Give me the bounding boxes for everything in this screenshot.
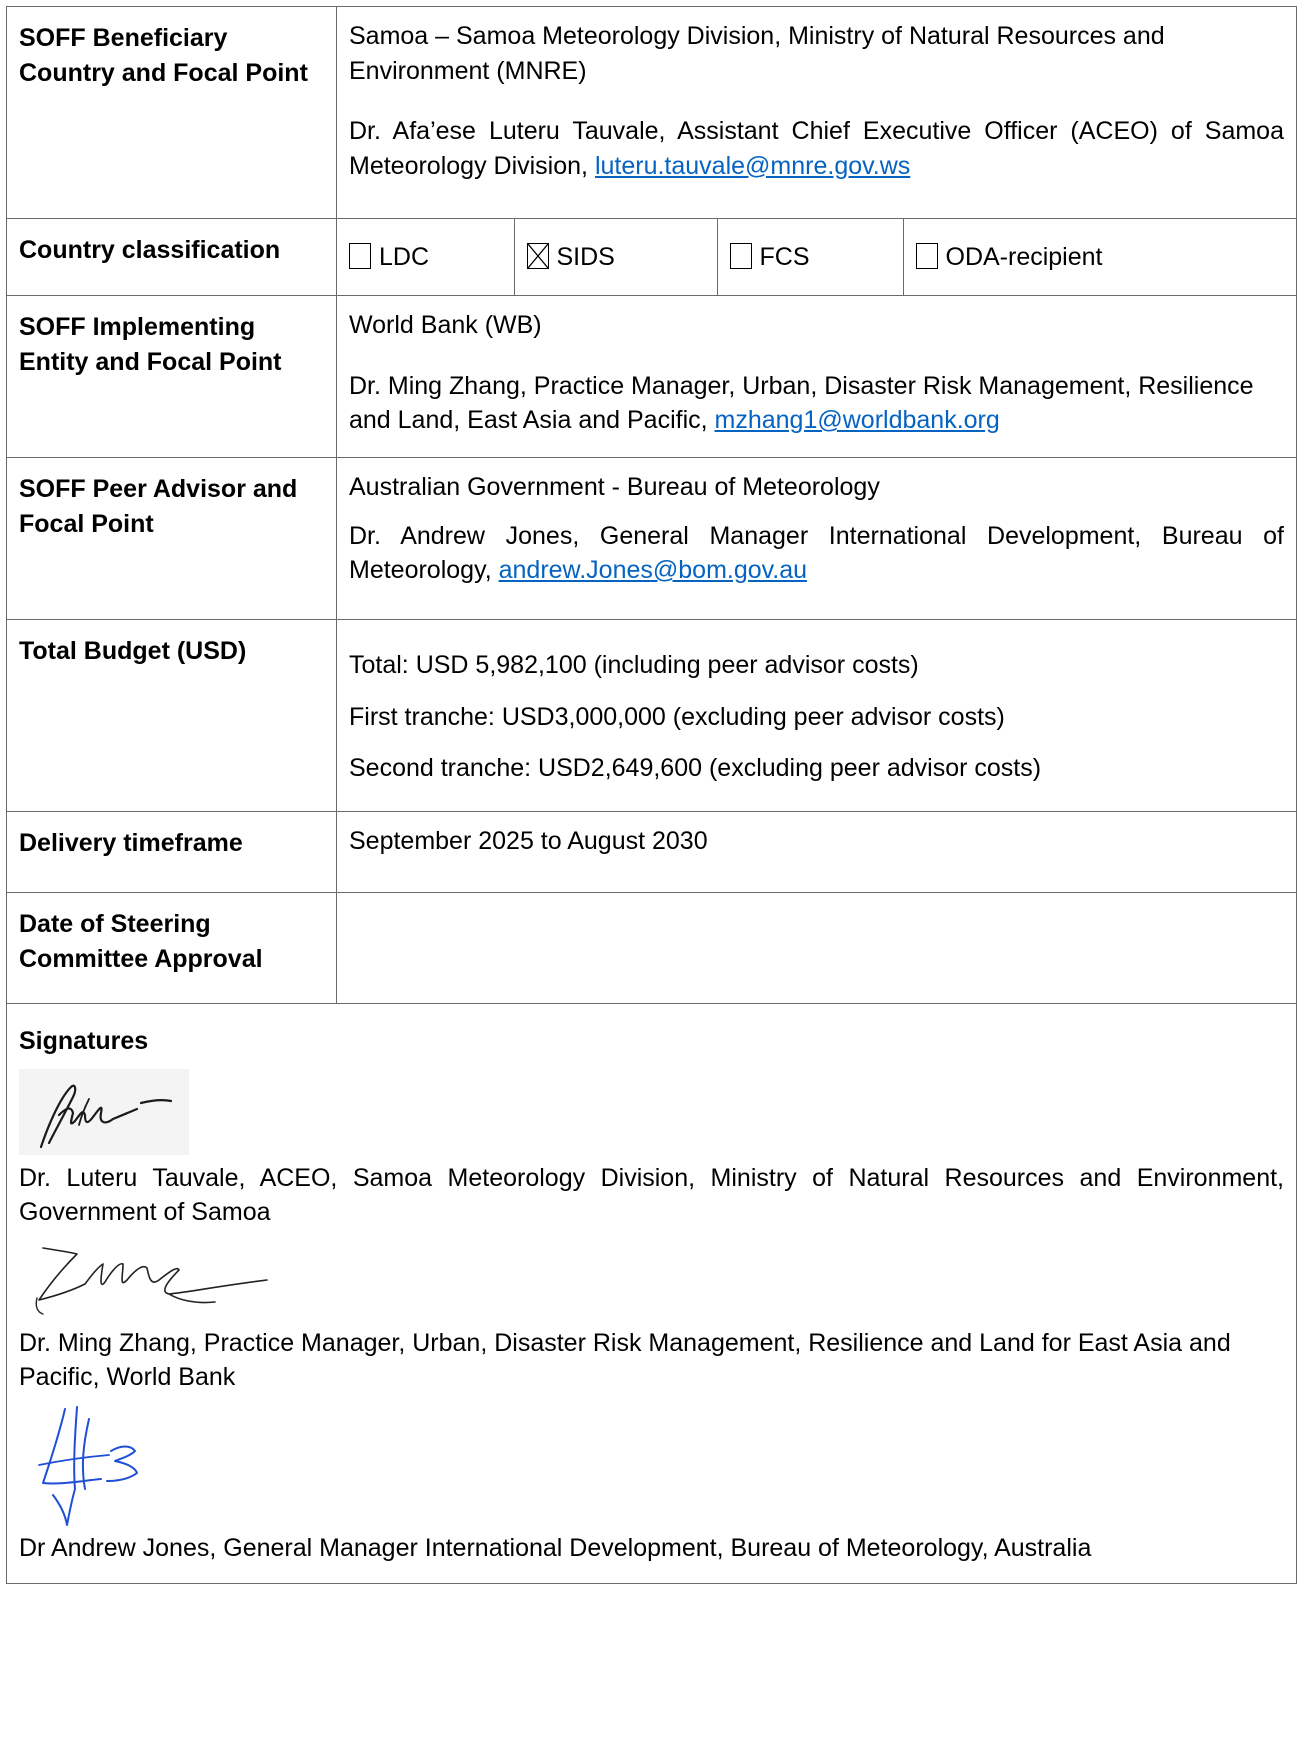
classification-options: LDC SIDS FCS ODA-recipient xyxy=(337,219,1296,295)
budget-second-tranche: Second tranche: USD2,649,600 (excluding … xyxy=(349,754,1042,782)
timeframe-label: Delivery timeframe xyxy=(6,811,337,893)
signatures-cell: Signatures Dr. Luteru Tauvale, ACEO, Sam… xyxy=(6,1003,1297,1584)
row-peer-advisor: SOFF Peer Advisor and Focal Point Austra… xyxy=(6,457,1297,620)
implementing-email-link[interactable]: mzhang1@worldbank.org xyxy=(715,406,1000,434)
row-budget: Total Budget (USD) Total: USD 5,982,100 … xyxy=(6,619,1297,812)
signature-zhang-image xyxy=(19,1240,1284,1320)
project-summary-table: SOFF Beneficiary Country and Focal Point… xyxy=(6,6,1297,1584)
signatures-heading: Signatures xyxy=(19,1027,149,1055)
peer-focal-text: Dr. Andrew Jones, General Manager Intern… xyxy=(349,521,1284,585)
option-sids[interactable]: SIDS xyxy=(513,219,717,295)
row-signatures: Signatures Dr. Luteru Tauvale, ACEO, Sam… xyxy=(6,1003,1297,1584)
peer-email-link[interactable]: andrew.Jones@bom.gov.au xyxy=(499,556,807,584)
budget-value: Total: USD 5,982,100 (including peer adv… xyxy=(336,619,1297,812)
timeframe-value: September 2025 to August 2030 xyxy=(336,811,1297,893)
implementing-label: SOFF Implementing Entity and Focal Point xyxy=(6,295,337,458)
signature-tauvale-image xyxy=(19,1068,1284,1155)
beneficiary-value: Samoa – Samoa Meteorology Division, Mini… xyxy=(336,6,1297,219)
row-beneficiary: SOFF Beneficiary Country and Focal Point… xyxy=(6,6,1297,219)
classification-label: Country classification xyxy=(6,218,337,296)
signature-jones-image xyxy=(19,1405,1284,1527)
row-approval: Date of Steering Committee Approval xyxy=(6,892,1297,1004)
checked-x-icon xyxy=(527,243,548,268)
option-oda[interactable]: ODA-recipient xyxy=(902,219,1296,295)
signature-jones-icon xyxy=(38,1405,138,1526)
ldc-checkbox[interactable] xyxy=(349,242,371,269)
oda-label: ODA-recipient xyxy=(945,243,1103,272)
sids-checkbox[interactable] xyxy=(526,242,549,269)
option-fcs[interactable]: FCS xyxy=(716,219,903,295)
peer-label: SOFF Peer Advisor and Focal Point xyxy=(6,457,337,620)
peer-line2: Dr. Andrew Jones, General Manager Intern… xyxy=(349,519,1284,588)
signature-tauvale-icon xyxy=(19,1068,189,1155)
fcs-label: FCS xyxy=(759,243,810,272)
signature-zhang-icon xyxy=(35,1246,268,1315)
row-classification: Country classification LDC SIDS FCS ODA-… xyxy=(6,218,1297,296)
implementing-value: World Bank (WB) Dr. Ming Zhang, Practice… xyxy=(336,295,1297,458)
row-implementing: SOFF Implementing Entity and Focal Point… xyxy=(6,295,1297,458)
ldc-label: LDC xyxy=(379,243,430,272)
signer-jones: Dr Andrew Jones, General Manager Interna… xyxy=(19,1533,1092,1562)
implementing-line1: World Bank (WB) xyxy=(349,311,542,339)
approval-value xyxy=(336,892,1297,1004)
document-page: SOFF Beneficiary Country and Focal Point… xyxy=(0,0,1307,1762)
option-ldc[interactable]: LDC xyxy=(337,219,514,295)
budget-label: Total Budget (USD) xyxy=(6,619,337,812)
beneficiary-line2: Dr. Afa’ese Luteru Tauvale, Assistant Ch… xyxy=(349,114,1284,183)
implementing-line2: Dr. Ming Zhang, Practice Manager, Urban,… xyxy=(349,369,1284,438)
signer-zhang: Dr. Ming Zhang, Practice Manager, Urban,… xyxy=(19,1328,1231,1392)
peer-line1: Australian Government - Bureau of Meteor… xyxy=(349,473,880,501)
beneficiary-email-link[interactable]: luteru.tauvale@mnre.gov.ws xyxy=(595,152,910,180)
sids-label: SIDS xyxy=(556,243,615,272)
approval-label: Date of Steering Committee Approval xyxy=(6,892,337,1004)
budget-total: Total: USD 5,982,100 (including peer adv… xyxy=(349,651,919,679)
beneficiary-line1: Samoa – Samoa Meteorology Division, Mini… xyxy=(349,22,1165,85)
beneficiary-label: SOFF Beneficiary Country and Focal Point xyxy=(6,6,337,219)
oda-checkbox[interactable] xyxy=(915,242,938,269)
peer-value: Australian Government - Bureau of Meteor… xyxy=(336,457,1297,620)
row-timeframe: Delivery timeframe September 2025 to Aug… xyxy=(6,811,1297,893)
budget-first-tranche: First tranche: USD3,000,000 (excluding p… xyxy=(349,702,1005,731)
signer-tauvale: Dr. Luteru Tauvale, ACEO, Samoa Meteorol… xyxy=(19,1163,1284,1227)
fcs-checkbox[interactable] xyxy=(729,242,752,269)
classification-value: LDC SIDS FCS ODA-recipient xyxy=(336,218,1297,296)
